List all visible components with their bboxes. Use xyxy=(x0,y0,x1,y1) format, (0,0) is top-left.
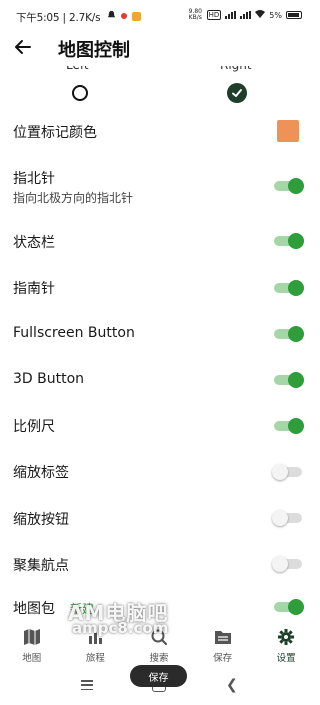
setting-label: 位置标记颜色 xyxy=(13,125,97,141)
north-arrow-toggle[interactable] xyxy=(274,178,304,194)
signal-2-icon xyxy=(240,11,252,19)
status-time: 下午5:05 | 2.7K/s xyxy=(16,12,101,24)
nav-label: 搜索 xyxy=(149,653,169,664)
app-notification-icon xyxy=(132,11,141,21)
system-back-icon[interactable]: ❮ xyxy=(226,677,238,693)
net-speed: 9.80 KB/s xyxy=(188,8,202,21)
toast-message: 保存 xyxy=(130,665,187,687)
setting-label: 缩放标签 xyxy=(13,465,69,481)
nav-item-search[interactable]: 搜索 xyxy=(127,620,191,668)
setting-scale-bar[interactable]: 比例尺 xyxy=(0,410,318,442)
nav-label: 旅程 xyxy=(85,653,105,664)
search-icon xyxy=(149,627,169,647)
alarm-icon xyxy=(107,10,116,22)
nav-label: 保存 xyxy=(213,653,233,664)
setting-zoom-buttons[interactable]: 缩放按钮 xyxy=(0,502,318,534)
hd-icon: HD xyxy=(206,10,222,20)
setting-compass[interactable]: 指南针 xyxy=(0,272,318,304)
nav-label: 地图 xyxy=(22,653,42,664)
setting-map-pack[interactable]: 地图包 新建 xyxy=(0,592,318,622)
setting-label: 3D Button xyxy=(13,371,85,387)
back-button[interactable] xyxy=(12,36,34,58)
folder-icon xyxy=(213,627,233,647)
recents-icon[interactable] xyxy=(81,680,93,690)
setting-label: 状态栏 xyxy=(13,235,55,251)
signal-icon xyxy=(225,11,237,19)
page-title: 地图控制 xyxy=(58,40,130,61)
setting-status-bar[interactable]: 状态栏 xyxy=(0,225,318,257)
setting-cluster-waypoints[interactable]: 聚集航点 xyxy=(0,548,318,580)
zoom-buttons-toggle[interactable] xyxy=(272,510,302,526)
battery-icon xyxy=(286,11,302,19)
check-icon xyxy=(232,89,242,97)
nav-item-settings[interactable]: 设置 xyxy=(254,620,318,668)
nav-item-journey[interactable]: 旅程 xyxy=(64,620,128,668)
map-pack-toggle[interactable] xyxy=(274,599,304,615)
journey-icon xyxy=(85,627,105,647)
nav-item-map[interactable]: 地图 xyxy=(0,620,64,668)
setting-label: 指北针 xyxy=(13,171,55,187)
setting-fullscreen-button[interactable]: Fullscreen Button xyxy=(0,318,318,350)
scale-bar-toggle[interactable] xyxy=(274,418,304,434)
setting-label: 比例尺 xyxy=(13,419,55,435)
3d-button-toggle[interactable] xyxy=(274,372,304,388)
notification-dot-icon xyxy=(121,13,127,19)
gear-icon xyxy=(276,627,296,647)
bottom-navigation: 地图 旅程 搜索 保存 设置 xyxy=(0,620,318,668)
compass-toggle[interactable] xyxy=(274,280,304,296)
status-notification-icons xyxy=(107,10,141,22)
nav-label: 设置 xyxy=(276,653,296,664)
app-header: 地图控制 xyxy=(0,30,318,66)
battery-percent: 5% xyxy=(269,10,282,20)
wifi-icon xyxy=(255,10,266,20)
setting-label: 聚集航点 xyxy=(13,558,69,574)
zoom-labels-toggle[interactable] xyxy=(272,464,302,480)
setting-3d-button[interactable]: 3D Button xyxy=(0,364,318,396)
setting-label: 地图包 xyxy=(13,601,55,617)
status-bar: 下午5:05 | 2.7K/s 9.80 KB/s HD 5% xyxy=(0,0,318,30)
setting-label: Fullscreen Button xyxy=(13,325,135,341)
right-radio-selected[interactable] xyxy=(227,83,247,103)
cluster-waypoints-toggle[interactable] xyxy=(272,556,302,572)
setting-marker-color[interactable]: 位置标记颜色 xyxy=(0,116,318,150)
status-bar-toggle[interactable] xyxy=(274,233,304,249)
map-icon xyxy=(22,627,42,647)
setting-label: 缩放按钮 xyxy=(13,512,69,528)
fullscreen-button-toggle[interactable] xyxy=(274,326,304,342)
arrow-left-icon xyxy=(15,40,31,54)
color-swatch[interactable] xyxy=(277,120,299,142)
setting-north-arrow[interactable]: 指北针 指向北极方向的指北针 xyxy=(0,164,318,210)
setting-zoom-labels[interactable]: 缩放标签 xyxy=(0,456,318,488)
left-radio[interactable] xyxy=(72,85,88,101)
new-badge: 新建 xyxy=(70,602,95,616)
setting-sublabel: 指向北极方向的指北针 xyxy=(13,191,134,205)
nav-item-saved[interactable]: 保存 xyxy=(191,620,255,668)
setting-label: 指南针 xyxy=(13,281,55,297)
status-system-icons: 9.80 KB/s HD 5% xyxy=(189,9,302,21)
